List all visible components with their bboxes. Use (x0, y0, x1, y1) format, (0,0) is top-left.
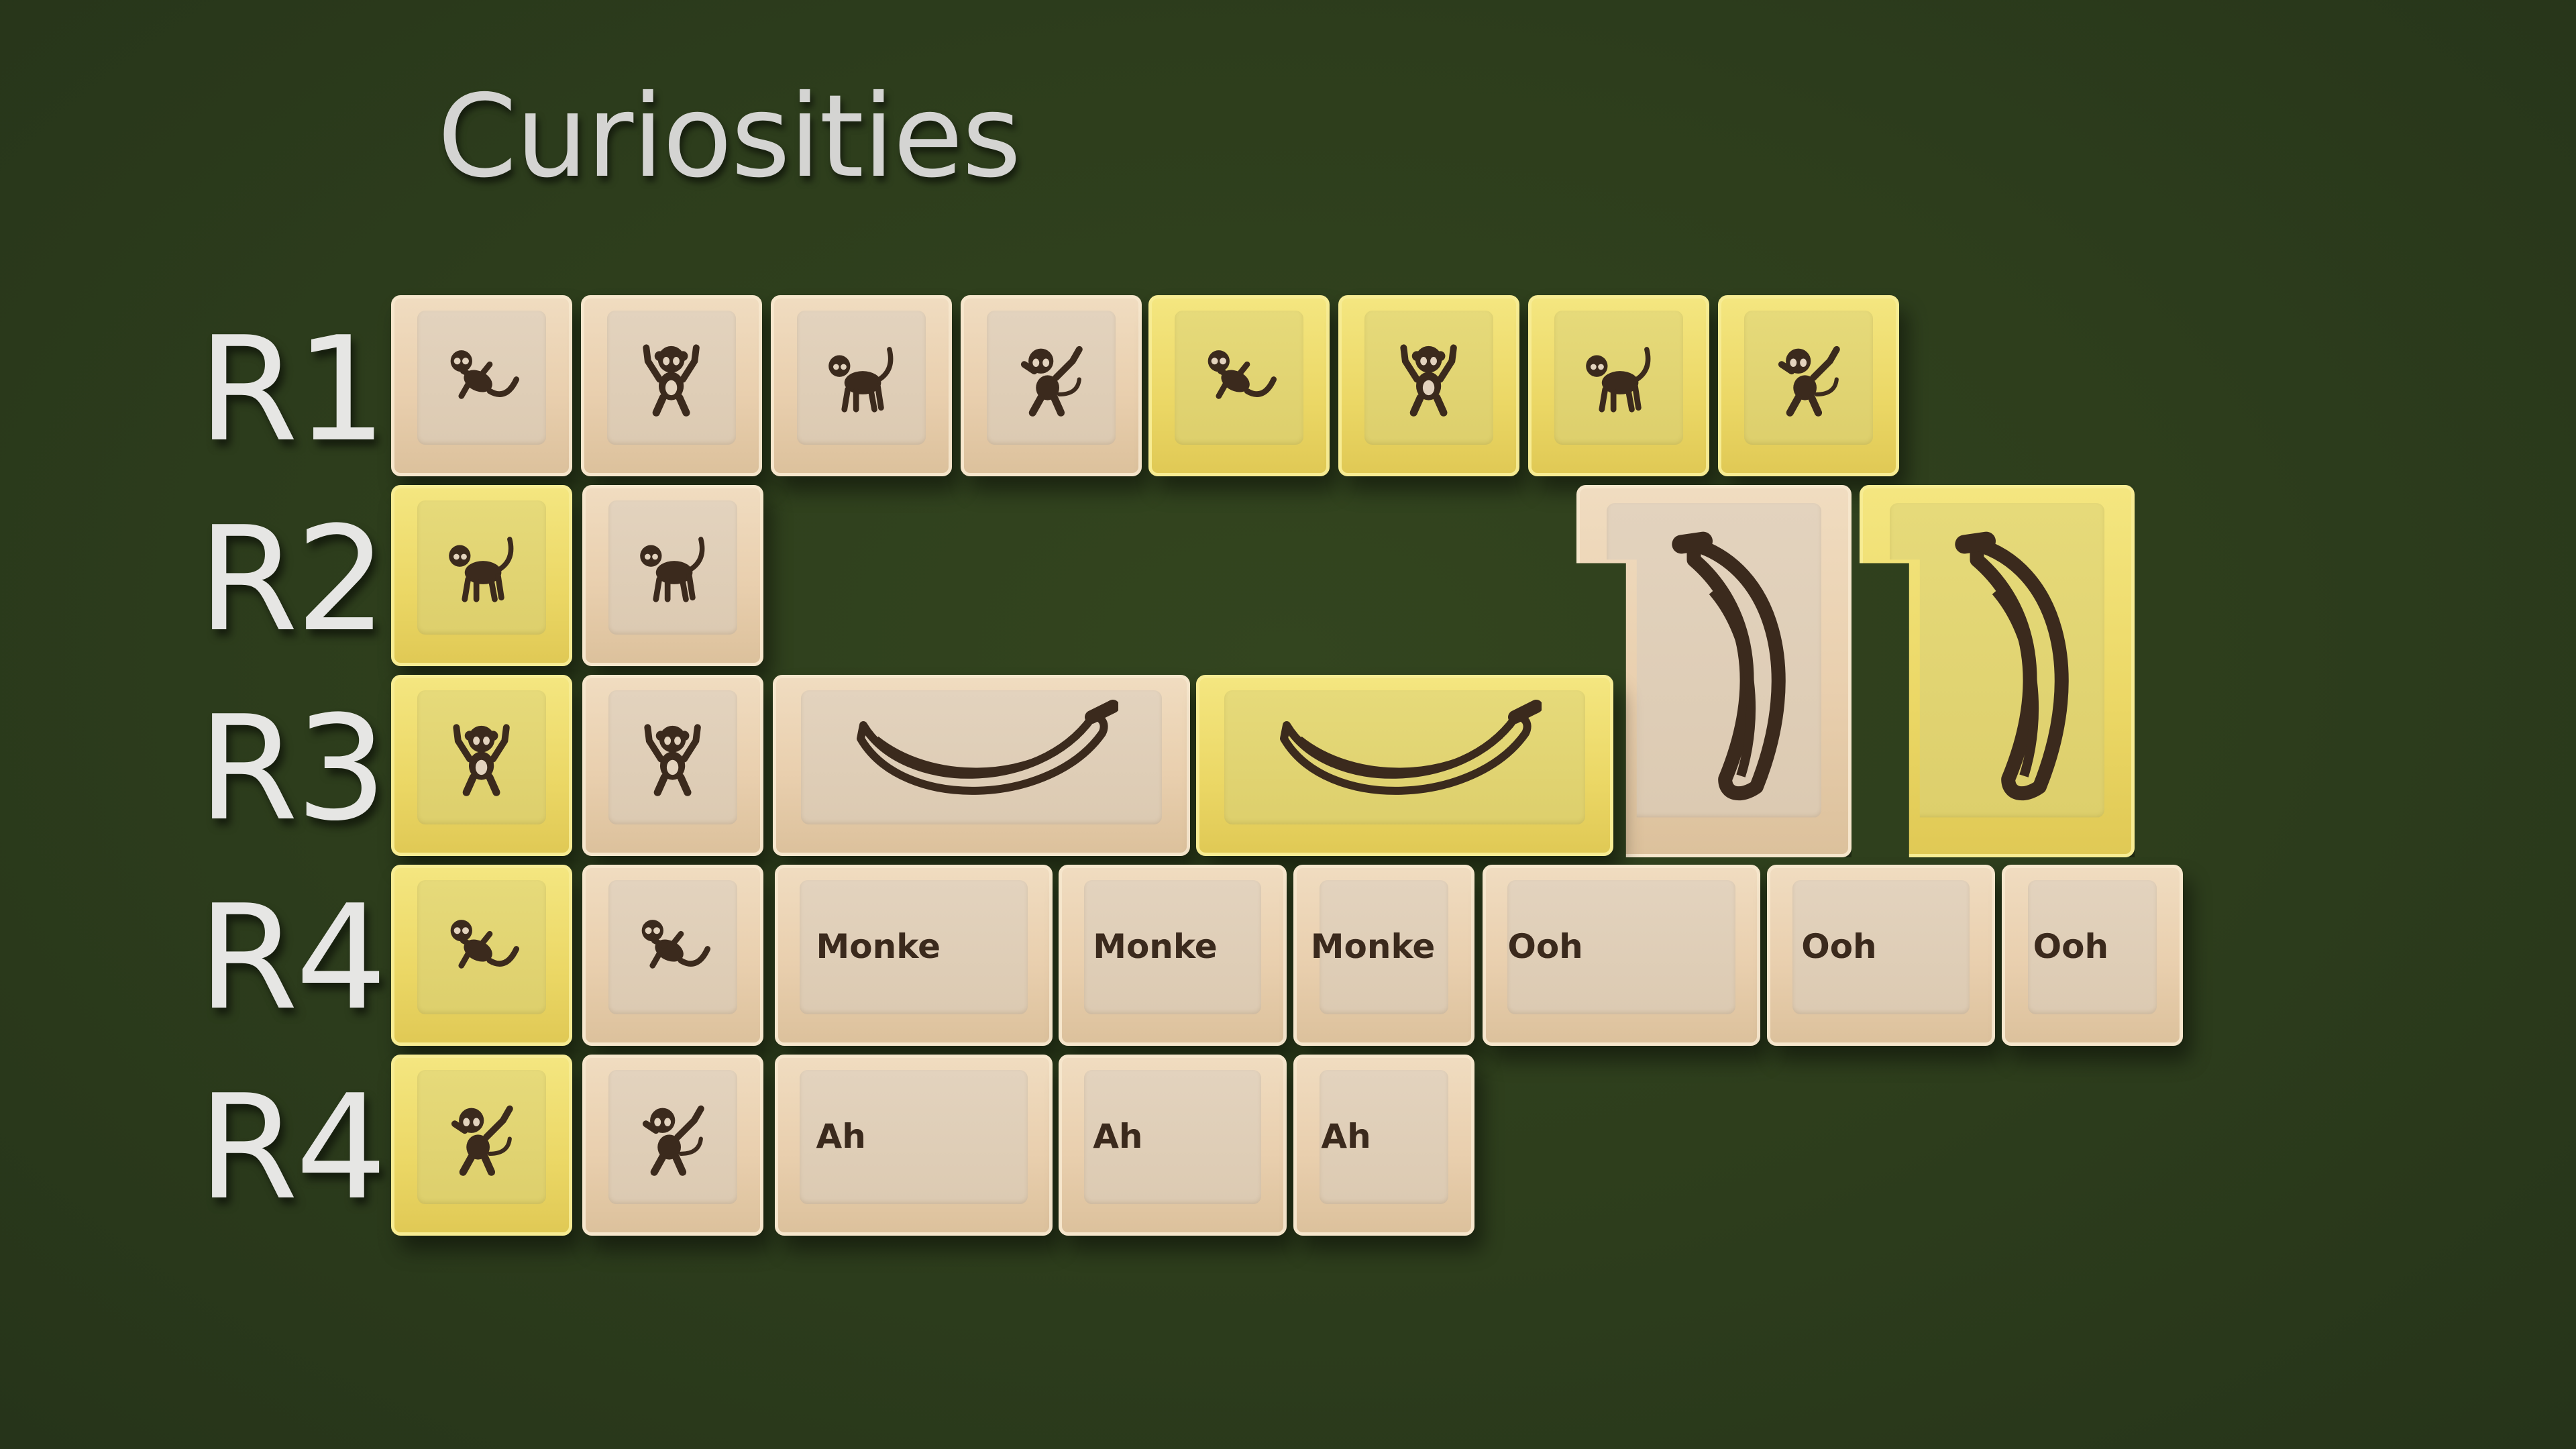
keycap-r4-ooh-1-5u[interactable]: Ooh (1483, 865, 1760, 1046)
monkey-arms-up-icon (617, 336, 725, 419)
monkey-walking-icon (619, 526, 727, 609)
keycap-r5-ah-1-5u[interactable]: Ah (775, 1055, 1053, 1236)
keycap-r4-monke-1-25u[interactable]: Monke (1059, 865, 1287, 1046)
monkey-lying-icon (1185, 336, 1293, 419)
keycap-r2-monkey-walking[interactable] (582, 485, 763, 666)
monkey-lying-icon (619, 906, 727, 989)
keycap-legend: Ah (1321, 1117, 1371, 1156)
monkey-dab-icon (427, 1095, 535, 1179)
keycap-r1-monkey-walking-yellow[interactable] (1528, 295, 1709, 476)
monkey-arms-up-icon (427, 716, 535, 799)
keycap-r1-monkey-lying[interactable] (391, 295, 572, 476)
keycap-r2-monkey-walking-yellow[interactable] (391, 485, 572, 666)
keycap-r1-monkey-arms-up-yellow[interactable] (1338, 295, 1519, 476)
keycap-r1-monkey-arms-up[interactable] (581, 295, 762, 476)
row-label-r4: R4 (198, 873, 387, 1042)
monkey-arms-up-icon (1375, 336, 1483, 419)
monkey-walking-icon (1564, 336, 1672, 419)
banana-icon (1955, 531, 2069, 801)
keycap-legend: Ooh (1507, 927, 1583, 966)
monkey-walking-icon (807, 336, 915, 419)
keycap-r4-ooh-1u[interactable]: Ooh (2002, 865, 2183, 1046)
monkey-lying-icon (427, 906, 535, 989)
row-label-r2: R2 (198, 495, 387, 663)
keycap-r1-monkey-dab-yellow[interactable] (1718, 295, 1899, 476)
keycap-r4-monkey-lying-yellow[interactable] (391, 865, 572, 1046)
keycap-r5-monkey-dab[interactable] (582, 1055, 763, 1236)
row-label-r3: R3 (198, 684, 387, 853)
monkey-lying-icon (427, 336, 535, 419)
row-label-r1: R1 (198, 305, 387, 474)
banana-icon (1280, 700, 1542, 795)
keycap-legend: Ooh (1801, 927, 1877, 966)
keycap-r3-monkey-arms-up-yellow[interactable] (391, 675, 572, 856)
keycap-r1-monkey-lying-yellow[interactable] (1148, 295, 1330, 476)
keycap-r4-monke-1-5u[interactable]: Monke (775, 865, 1053, 1046)
keycap-r1-monkey-dab[interactable] (961, 295, 1142, 476)
page-title: Curiosities (437, 70, 1021, 203)
keycap-legend: Monke (1310, 927, 1436, 966)
monkey-walking-icon (427, 526, 535, 609)
keycap-iso-banana-beige[interactable] (1576, 485, 1851, 857)
keycap-r1-monkey-walking[interactable] (771, 295, 952, 476)
keycap-r5-ah-1-25u[interactable]: Ah (1059, 1055, 1287, 1236)
keycap-legend: Monke (816, 927, 941, 966)
keycap-r3-banana-2-25u-yellow[interactable] (1196, 675, 1613, 856)
banana-icon (1672, 531, 1786, 801)
keycap-r3-monkey-arms-up[interactable] (582, 675, 763, 856)
keycap-r5-monkey-dab-yellow[interactable] (391, 1055, 572, 1236)
monkey-dab-icon (1754, 336, 1862, 419)
monkey-dab-icon (619, 1095, 727, 1179)
row-label-r4-second: R4 (198, 1063, 387, 1232)
monkey-arms-up-icon (619, 716, 727, 799)
keycap-r4-monkey-lying[interactable] (582, 865, 763, 1046)
keycap-r4-monke-1u[interactable]: Monke (1293, 865, 1474, 1046)
keycap-r5-ah-1u[interactable]: Ah (1293, 1055, 1474, 1236)
keycap-legend: Ooh (2033, 927, 2109, 966)
keycap-r3-banana-2-25u[interactable] (773, 675, 1190, 856)
monkey-dab-icon (997, 336, 1105, 419)
banana-icon (857, 700, 1118, 795)
keycap-legend: Monke (1093, 927, 1218, 966)
keycap-r4-ooh-1-25u[interactable]: Ooh (1767, 865, 1995, 1046)
keycap-iso-banana-yellow[interactable] (1860, 485, 2135, 857)
keycap-legend: Ah (816, 1117, 866, 1156)
keycap-legend: Ah (1093, 1117, 1143, 1156)
